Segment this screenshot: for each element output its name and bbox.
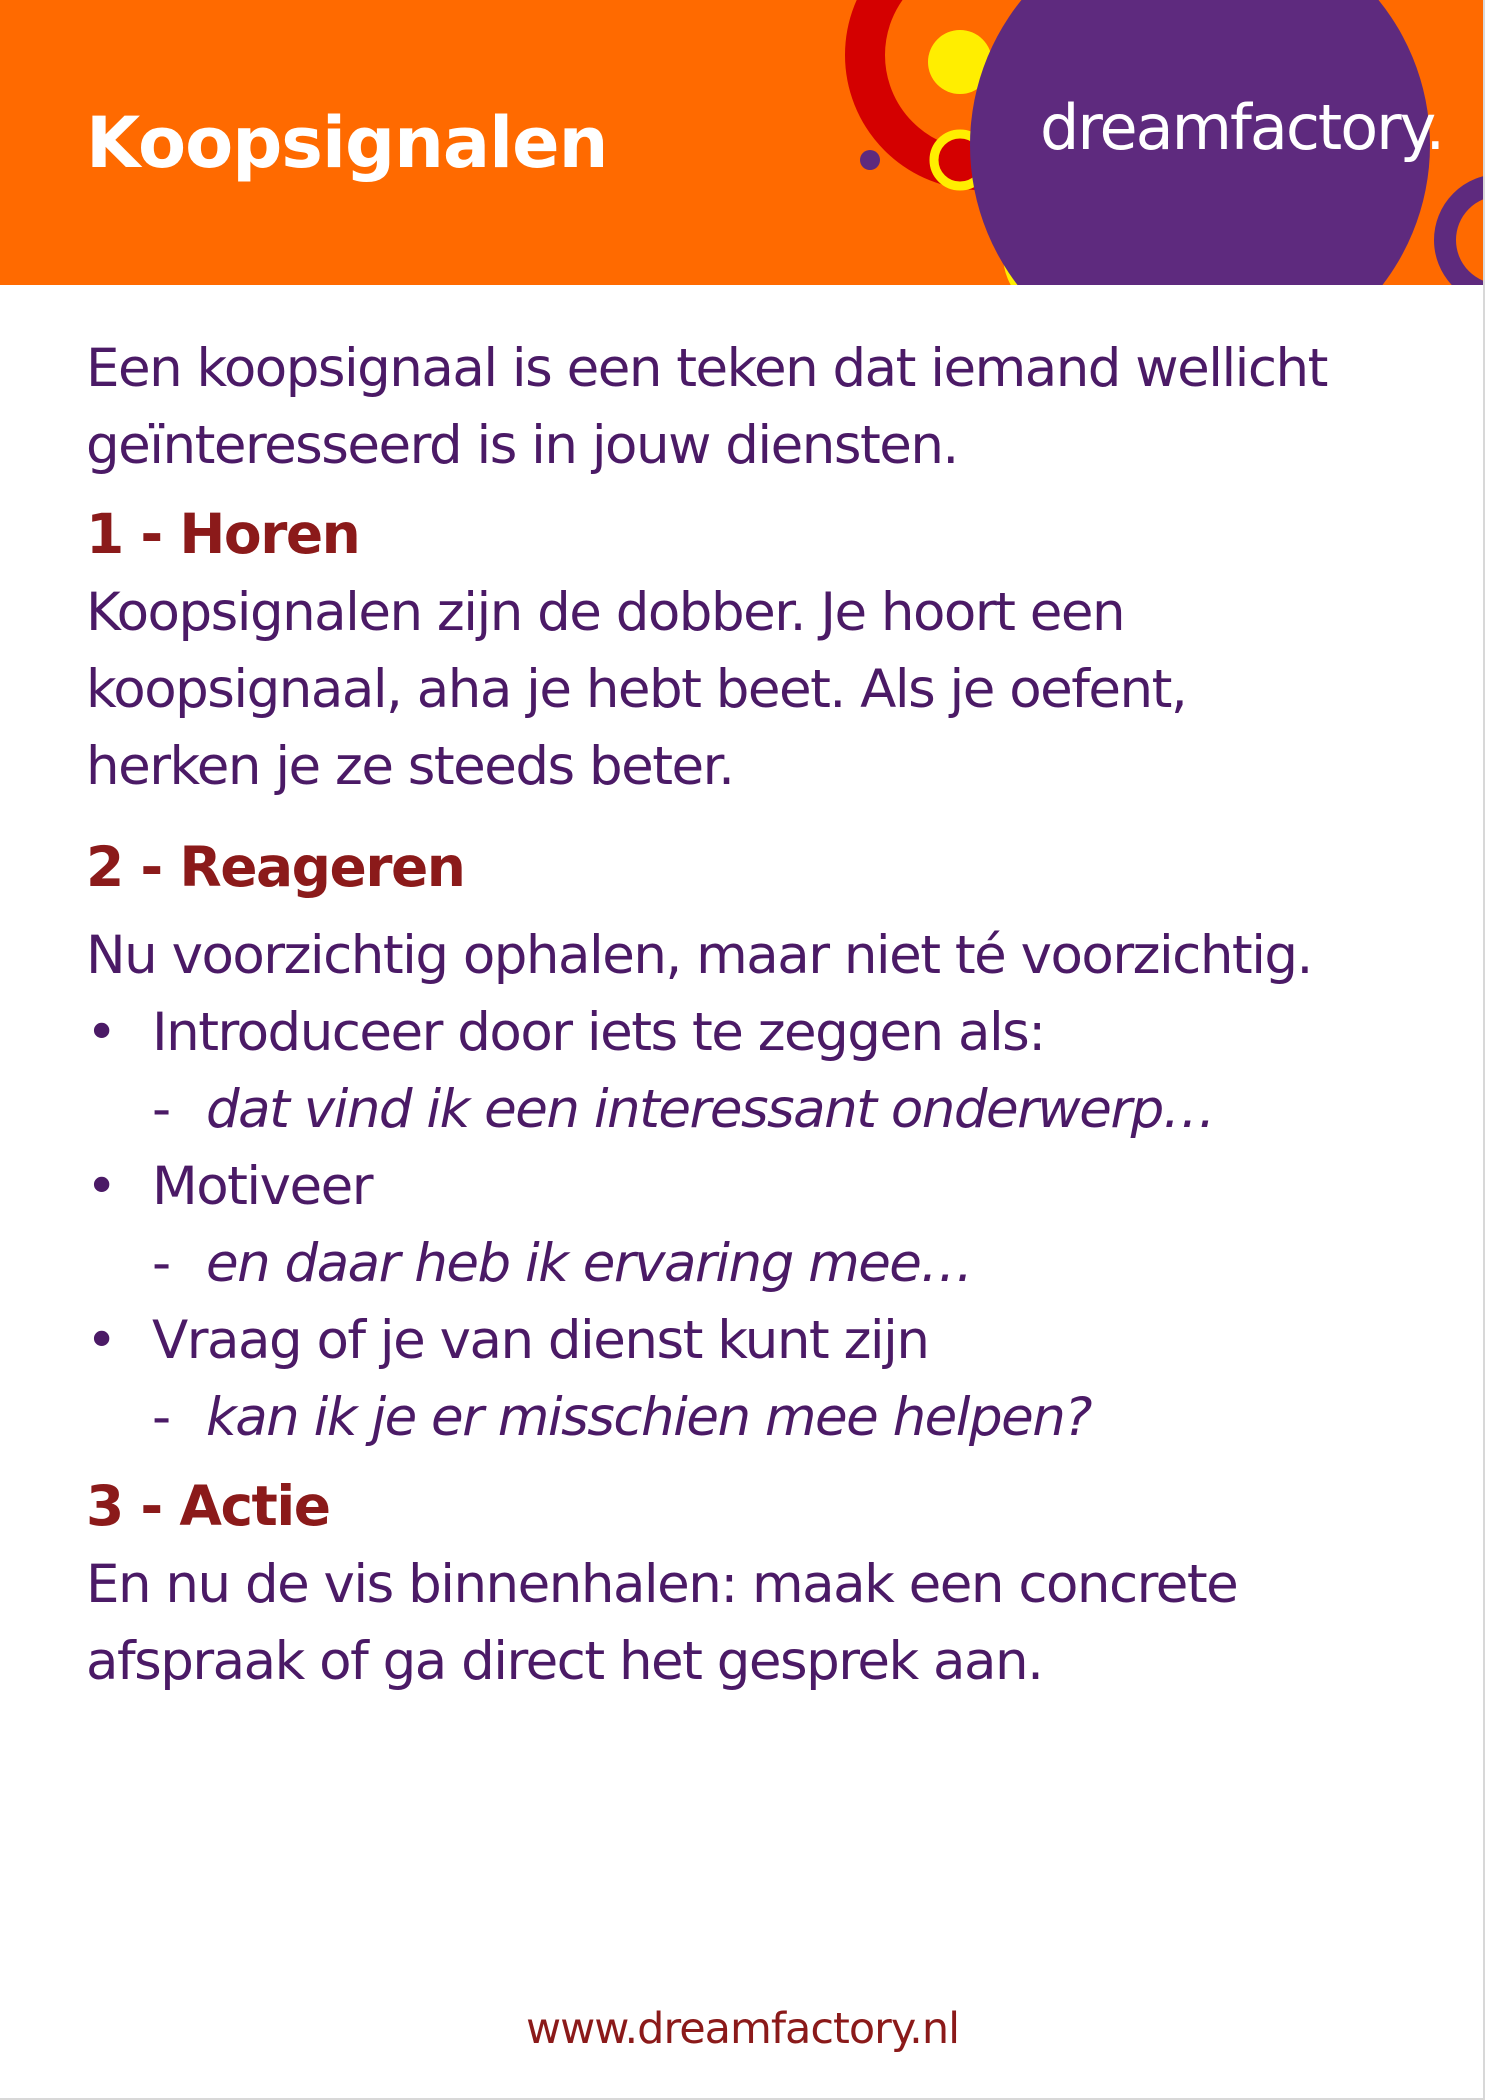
section-line: herken je ze steeds beter. xyxy=(86,736,735,797)
content: Een koopsignaal is een teken dat iemand … xyxy=(86,330,1406,1700)
brand-logo: dreamfactory. xyxy=(1040,91,1445,164)
list-item: • Introduceer door iets te zeggen als: xyxy=(86,994,1406,1071)
purple-dot-shape xyxy=(860,150,880,170)
page-title: Koopsignalen xyxy=(86,102,608,184)
section-line: koopsignaal, aha je hebt beet. Als je oe… xyxy=(86,659,1188,720)
section-line: En nu de vis binnenhalen: maak een concr… xyxy=(86,1554,1239,1615)
footer-url[interactable]: www.dreamfactory.nl xyxy=(0,2008,1483,2051)
list-item: • Vraag of je van dienst kunt zijn xyxy=(86,1302,1406,1379)
bullet-marker: • xyxy=(86,1310,117,1371)
dash-marker: - xyxy=(152,1079,171,1140)
list-subitem: - kan ik je er misschien mee helpen? xyxy=(86,1379,1406,1456)
section-heading: 3 - Actie xyxy=(86,1474,331,1538)
bullet-text: Vraag of je van dienst kunt zijn xyxy=(152,1310,930,1371)
section-line: Koopsignalen zijn de dobber. Je hoort ee… xyxy=(86,582,1126,643)
list-subitem: - en daar heb ik ervaring mee… xyxy=(86,1225,1406,1302)
bullet-text: Introduceer door iets te zeggen als: xyxy=(152,1002,1046,1063)
edge-ring-shape xyxy=(1434,176,1483,285)
example-text: kan ik je er misschien mee helpen? xyxy=(206,1387,1092,1448)
example-text: dat vind ik een interessant onderwerp… xyxy=(206,1079,1216,1140)
dash-marker: - xyxy=(152,1387,171,1448)
section-heading: 1 - Horen xyxy=(86,502,361,566)
bullet-marker: • xyxy=(86,1002,117,1063)
example-text: en daar heb ik ervaring mee… xyxy=(206,1233,973,1294)
bullet-marker: • xyxy=(86,1156,117,1217)
section-line: afspraak of ga direct het gesprek aan. xyxy=(86,1631,1044,1692)
section-lead: Nu voorzichtig ophalen, maar niet té voo… xyxy=(86,925,1313,986)
bullet-text: Motiveer xyxy=(152,1156,374,1217)
intro-line: Een koopsignaal is een teken dat iemand … xyxy=(86,338,1328,399)
header-banner: Koopsignalen dreamfactory. xyxy=(0,0,1483,285)
card: Koopsignalen dreamfactory. Een koopsigna… xyxy=(0,0,1485,2100)
intro-line: geïnteresseerd is in jouw diensten. xyxy=(86,415,959,476)
section-heading: 2 - Reageren xyxy=(86,835,466,899)
dash-marker: - xyxy=(152,1233,171,1294)
list-item: • Motiveer xyxy=(86,1148,1406,1225)
list-subitem: - dat vind ik een interessant onderwerp… xyxy=(86,1071,1406,1148)
